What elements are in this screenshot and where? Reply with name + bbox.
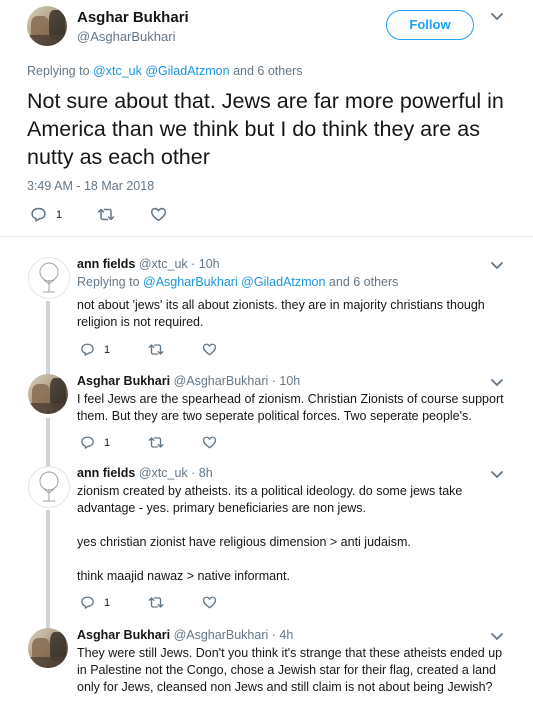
main-tweet: Asghar Bukhari @AsgharBukhari Follow Rep… bbox=[0, 0, 533, 236]
reply-header: ann fields @xtc_uk · 8h bbox=[77, 466, 213, 480]
reply-icon bbox=[30, 206, 47, 223]
replying-to: Replying to @AsgharBukhari @GiladAtzmon … bbox=[77, 275, 398, 289]
tweet-actions: 1 bbox=[80, 435, 254, 450]
author-name[interactable]: Asghar Bukhari bbox=[77, 628, 170, 642]
retweet-button[interactable] bbox=[147, 595, 165, 610]
replying-to-users[interactable]: @xtc_uk @GiladAtzmon bbox=[93, 64, 230, 78]
chevron-down-icon[interactable] bbox=[490, 261, 504, 271]
retweet-button[interactable] bbox=[147, 342, 165, 357]
reply-button[interactable]: 1 bbox=[80, 595, 110, 610]
reply-tweet[interactable]: Asghar Bukhari @AsgharBukhari · 4h They … bbox=[0, 628, 533, 703]
chevron-down-icon[interactable] bbox=[490, 12, 504, 22]
reply-count: 1 bbox=[104, 343, 111, 356]
reply-text: not about 'jews' its all about zionists.… bbox=[77, 298, 485, 329]
tweet-timestamp[interactable]: 3:49 AM - 18 Mar 2018 bbox=[27, 179, 154, 193]
tweet-actions: 1 bbox=[30, 206, 201, 223]
divider bbox=[0, 236, 533, 237]
like-icon bbox=[202, 435, 217, 450]
avatar[interactable] bbox=[28, 628, 68, 668]
like-button[interactable] bbox=[202, 342, 217, 357]
reply-header: Asghar Bukhari @AsgharBukhari · 10h bbox=[77, 374, 300, 388]
reply-button[interactable]: 1 bbox=[30, 206, 62, 223]
tweet-actions: 1 bbox=[80, 595, 254, 610]
reply-button[interactable]: 1 bbox=[80, 435, 110, 450]
replying-to: Replying to @xtc_uk @GiladAtzmon and 6 o… bbox=[27, 64, 303, 78]
like-icon bbox=[150, 206, 167, 223]
like-icon bbox=[202, 342, 217, 357]
reply-icon bbox=[80, 342, 95, 357]
retweet-button[interactable] bbox=[147, 435, 165, 450]
retweet-icon bbox=[96, 206, 116, 223]
like-button[interactable] bbox=[202, 435, 217, 450]
tweet-actions: 1 bbox=[80, 342, 254, 357]
tweet-text: Not sure about that. Jews are far more p… bbox=[27, 89, 504, 169]
reply-header: ann fields @xtc_uk · 10h bbox=[77, 257, 220, 271]
reply-tweet[interactable]: ann fields @xtc_uk · 10h Replying to @As… bbox=[0, 257, 533, 379]
reply-header: Asghar Bukhari @AsgharBukhari · 4h bbox=[77, 628, 293, 642]
retweet-button[interactable] bbox=[96, 206, 116, 223]
reply-tweet[interactable]: Asghar Bukhari @AsgharBukhari · 10h I fe… bbox=[0, 374, 533, 467]
author-meta[interactable]: @AsgharBukhari · 10h bbox=[174, 374, 301, 388]
replying-suffix[interactable]: and 6 others bbox=[233, 64, 303, 78]
like-button[interactable] bbox=[202, 595, 217, 610]
replying-prefix: Replying to bbox=[27, 64, 90, 78]
chevron-down-icon[interactable] bbox=[490, 378, 504, 388]
follow-button[interactable]: Follow bbox=[386, 10, 474, 40]
replying-to-users[interactable]: @AsgharBukhari @GiladAtzmon bbox=[143, 275, 325, 289]
reply-count: 1 bbox=[56, 208, 63, 221]
replying-suffix[interactable]: and 6 others bbox=[329, 275, 399, 289]
avatar[interactable] bbox=[28, 466, 70, 508]
author-handle[interactable]: @AsgharBukhari bbox=[77, 29, 175, 44]
avatar[interactable] bbox=[27, 6, 67, 46]
reply-paragraph: zionism created by atheists. its a polit… bbox=[77, 484, 463, 515]
avatar[interactable] bbox=[28, 374, 68, 414]
chevron-down-icon[interactable] bbox=[490, 470, 504, 480]
chevron-down-icon[interactable] bbox=[490, 632, 504, 642]
author-name[interactable]: Asghar Bukhari bbox=[77, 9, 189, 26]
author-name[interactable]: ann fields bbox=[77, 466, 135, 480]
reply-button[interactable]: 1 bbox=[80, 342, 110, 357]
author-meta[interactable]: @AsgharBukhari · 4h bbox=[174, 628, 294, 642]
retweet-icon bbox=[147, 342, 165, 357]
thread-line bbox=[46, 418, 50, 467]
retweet-icon bbox=[147, 595, 165, 610]
author-name[interactable]: Asghar Bukhari bbox=[77, 374, 170, 388]
author-meta[interactable]: @xtc_uk · 10h bbox=[139, 257, 220, 271]
thread-line bbox=[46, 301, 50, 379]
reply-icon bbox=[80, 595, 95, 610]
tree-icon bbox=[39, 471, 59, 502]
reply-text: zionism created by atheists. its a polit… bbox=[77, 483, 507, 602]
avatar[interactable] bbox=[28, 257, 70, 299]
reply-tweet[interactable]: ann fields @xtc_uk · 8h zionism created … bbox=[0, 466, 533, 663]
replying-prefix: Replying to bbox=[77, 275, 140, 289]
like-button[interactable] bbox=[150, 206, 167, 223]
reply-paragraph: yes christian zionist have religious dim… bbox=[77, 535, 411, 549]
retweet-icon bbox=[147, 435, 165, 450]
like-icon bbox=[202, 595, 217, 610]
reply-count: 1 bbox=[104, 596, 111, 609]
author-meta[interactable]: @xtc_uk · 8h bbox=[139, 466, 213, 480]
tree-icon bbox=[39, 262, 59, 293]
reply-paragraph: think maajid nawaz > native informant. bbox=[77, 569, 290, 583]
reply-text: They were still Jews. Don't you think it… bbox=[77, 646, 503, 694]
reply-text: I feel Jews are the spearhead of zionism… bbox=[77, 392, 504, 423]
author-name[interactable]: ann fields bbox=[77, 257, 135, 271]
reply-icon bbox=[80, 435, 95, 450]
reply-count: 1 bbox=[104, 436, 111, 449]
